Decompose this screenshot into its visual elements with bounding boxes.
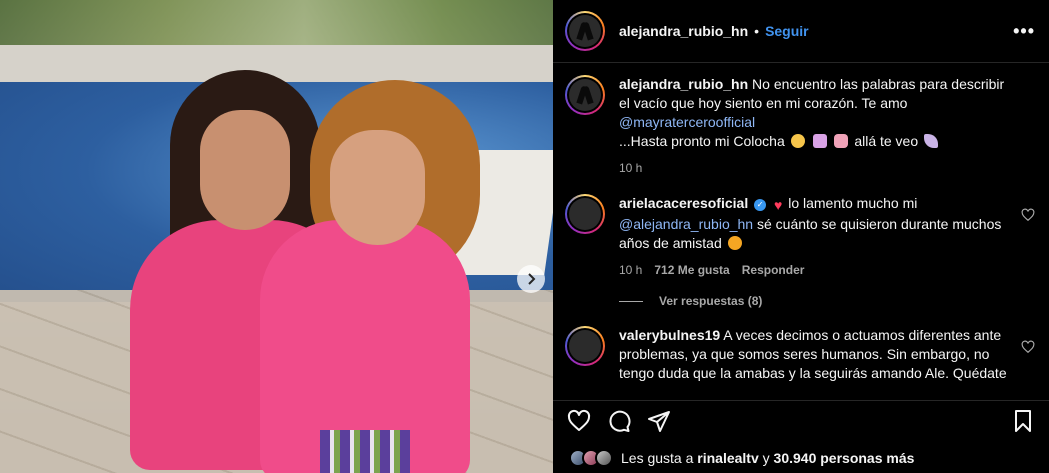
likes-summary[interactable]: Les gusta a rinalealtv y 30.940 personas… [553,444,1049,472]
mourning-ribbon-icon [579,22,591,40]
red-heart-icon: ♥ [774,197,783,213]
post-side-panel: alejandra_rubio_hn • Seguir ••• alejandr… [553,0,1049,473]
like-comment-heart-icon[interactable] [1021,208,1035,222]
likes-user[interactable]: rinalealtv [697,450,758,466]
caption-text-3: allá te veo [854,133,919,149]
reply-button[interactable]: Responder [742,261,805,280]
photo-hedge [0,0,553,45]
comment-avatar[interactable] [565,326,605,366]
action-bar [553,400,1049,440]
share-button[interactable] [647,409,671,433]
praying-hands-icon [812,134,827,148]
comments-list[interactable]: alejandra_rubio_hn No encuentro las pala… [553,63,1049,400]
comment-text: valerybulnes19 A veces decimos o actuamo… [619,326,1013,383]
caption-mention[interactable]: @mayraterceroofficial [619,114,755,130]
comment-text-1: lo lamento mucho mi [788,195,918,211]
view-replies-label: Ver respuestas (8) [659,294,763,308]
caption-username[interactable]: alejandra_rubio_hn [619,76,748,92]
save-button[interactable] [1011,409,1035,433]
caption: alejandra_rubio_hn No encuentro las pala… [565,75,1035,178]
bookmark-icon [1015,409,1031,432]
likes-middle: y [762,450,770,466]
comment-username[interactable]: valerybulnes19 [619,327,720,343]
more-options-icon[interactable]: ••• [1013,21,1035,42]
paper-plane-icon [648,410,670,432]
view-replies-button[interactable]: Ver respuestas (8) [619,294,1035,308]
post-header: alejandra_rubio_hn • Seguir ••• [553,0,1049,63]
heart-icon [567,409,591,431]
comment-button[interactable] [607,409,631,433]
next-photo-button[interactable] [517,265,545,293]
mourning-ribbon-icon [579,86,591,104]
caption-text-2: ...Hasta pronto mi Colocha [619,133,785,149]
comment-time[interactable]: 10 h [619,261,642,280]
caption-avatar[interactable] [565,75,605,115]
heart-hands-icon [834,134,849,148]
comment-likes[interactable]: 712 Me gusta [654,261,729,280]
replies-line [619,300,643,302]
author-avatar[interactable] [565,11,605,51]
caption-text: alejandra_rubio_hn No encuentro las pala… [619,75,1013,151]
like-button[interactable] [567,409,591,433]
post-photo [0,0,553,473]
author-username[interactable]: alejandra_rubio_hn [619,23,748,39]
follow-button[interactable]: Seguir [765,23,809,39]
comment-item: arielacaceresoficial ✓ ♥ lo lamento much… [565,194,1035,280]
header-separator: • [754,23,760,39]
comment-username[interactable]: arielacaceresoficial [619,195,748,211]
comment-bubble-icon [609,410,631,432]
comment-item: valerybulnes19 A veces decimos o actuamo… [565,326,1035,383]
relieved-face-icon [790,134,805,148]
photo-shorts [320,430,410,473]
liker-avatars [569,449,613,467]
comment-avatar[interactable] [565,194,605,234]
caption-time[interactable]: 10 h [619,159,642,178]
likes-prefix: Les gusta a [621,450,694,466]
verified-badge-icon: ✓ [754,199,767,211]
likes-count[interactable]: 30.940 personas más [774,450,915,466]
comment-mention[interactable]: @alejandra_rubio_hn [619,216,753,232]
comment-text: arielacaceresoficial ✓ ♥ lo lamento much… [619,194,1013,253]
shell-icon [924,134,939,148]
flushed-face-icon [727,236,742,250]
photo-person-right [250,80,480,473]
like-comment-heart-icon[interactable] [1021,340,1035,354]
chevron-right-icon [528,273,536,285]
